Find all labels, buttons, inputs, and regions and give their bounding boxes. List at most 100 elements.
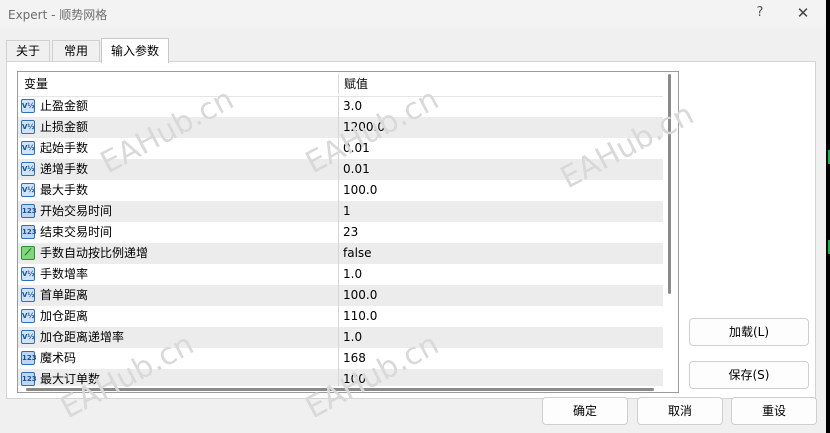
param-name-cell: ⟋ 手数自动按比例递增 [18, 243, 338, 264]
header-value[interactable]: 赋值 [344, 72, 368, 96]
param-value[interactable]: 110.0 [343, 306, 377, 327]
param-value[interactable]: 1.0 [343, 264, 362, 285]
integer-value-icon: 123 [21, 225, 37, 239]
param-value-cell[interactable]: 1.0 [338, 264, 664, 285]
param-value[interactable]: 1 [343, 201, 351, 222]
reset-button[interactable]: 重设 [731, 397, 817, 425]
param-value-cell[interactable]: 23 [338, 222, 664, 243]
header-variable[interactable]: 变量 [24, 72, 48, 96]
double-value-icon: V½ [21, 141, 35, 155]
double-value-icon: V½ [21, 99, 35, 113]
table-row[interactable]: 123 结束交易时间 23 [18, 222, 663, 243]
tab-about[interactable]: 关于 [6, 40, 50, 62]
horizontal-scrollbar[interactable] [18, 386, 663, 392]
grid-rows: V½ 止盈金额 3.0 V½ 止损金额 1200.0 V½ 起始手数 0.01 V½ 递增手数 0.0… [18, 96, 663, 390]
param-name-cell: 123 开始交易时间 [18, 201, 338, 222]
table-row[interactable]: V½ 加仓距离 110.0 [18, 306, 663, 327]
param-value-cell[interactable]: 1 [338, 201, 664, 222]
param-value-cell[interactable]: 3.0 [338, 96, 664, 117]
param-value-cell[interactable]: false [338, 243, 664, 264]
param-name: 最大手数 [40, 183, 89, 197]
param-value-cell[interactable]: 100.0 [338, 180, 664, 201]
param-name-cell: V½ 首单距离 [18, 285, 338, 306]
double-value-icon: V½ [21, 162, 35, 176]
param-value[interactable]: 100.0 [343, 285, 377, 306]
param-value[interactable]: 168 [343, 348, 366, 369]
table-row[interactable]: V½ 止损金额 1200.0 [18, 117, 663, 138]
param-value[interactable]: 23 [343, 222, 358, 243]
vertical-scrollbar[interactable] [663, 72, 678, 392]
param-value[interactable]: 0.01 [343, 138, 370, 159]
vertical-scroll-thumb[interactable] [668, 74, 671, 294]
integer-value-icon: 123 [21, 204, 37, 218]
cancel-button[interactable]: 取消 [637, 397, 723, 425]
param-name-cell: 123 魔术码 [18, 348, 338, 369]
param-name: 开始交易时间 [40, 204, 113, 218]
param-name-cell: V½ 手数增率 [18, 264, 338, 285]
boolean-value-icon: ⟋ [21, 246, 35, 260]
title-bar: Expert - 顺势网格 ? ✕ [0, 0, 830, 28]
window-title: Expert - 顺势网格 [8, 8, 108, 22]
param-name: 加仓距离递增率 [40, 330, 125, 344]
ok-button[interactable]: 确定 [542, 397, 628, 425]
double-value-icon: V½ [21, 183, 35, 197]
param-value-cell[interactable]: 1.0 [338, 327, 664, 348]
param-value[interactable]: 1200.0 [343, 117, 385, 138]
double-value-icon: V½ [21, 120, 35, 134]
param-value[interactable]: 3.0 [343, 96, 362, 117]
table-row[interactable]: V½ 递增手数 0.01 [18, 159, 663, 180]
help-icon[interactable]: ? [748, 2, 772, 24]
load-button[interactable]: 加载(L) [689, 318, 809, 346]
horizontal-scroll-thumb[interactable] [26, 388, 654, 391]
param-value[interactable]: 1.0 [343, 327, 362, 348]
double-value-icon: V½ [21, 267, 35, 281]
tab-common[interactable]: 常用 [52, 40, 100, 62]
table-row[interactable]: V½ 加仓距离递增率 1.0 [18, 327, 663, 348]
save-button[interactable]: 保存(S) [689, 361, 809, 389]
param-name: 递增手数 [40, 162, 89, 176]
table-row[interactable]: V½ 止盈金额 3.0 [18, 96, 663, 117]
integer-value-icon: 123 [21, 372, 37, 386]
param-name: 魔术码 [40, 351, 77, 365]
param-name-cell: V½ 递增手数 [18, 159, 338, 180]
param-name-cell: V½ 加仓距离递增率 [18, 327, 338, 348]
param-name-cell: V½ 止盈金额 [18, 96, 338, 117]
param-value-cell[interactable]: 100.0 [338, 285, 664, 306]
table-row[interactable]: 123 魔术码 168 [18, 348, 663, 369]
param-name: 起始手数 [40, 141, 89, 155]
background-chart-edge [826, 0, 830, 433]
double-value-icon: V½ [21, 288, 35, 302]
param-name-cell: 123 结束交易时间 [18, 222, 338, 243]
param-name-cell: V½ 起始手数 [18, 138, 338, 159]
table-row[interactable]: ⟋ 手数自动按比例递增 false [18, 243, 663, 264]
close-icon[interactable]: ✕ [790, 2, 816, 24]
param-value[interactable]: 100.0 [343, 180, 377, 201]
double-value-icon: V½ [21, 330, 35, 344]
table-row[interactable]: V½ 起始手数 0.01 [18, 138, 663, 159]
param-value[interactable]: false [343, 243, 372, 264]
param-value-cell[interactable]: 168 [338, 348, 664, 369]
param-name: 首单距离 [40, 288, 89, 302]
param-value-cell[interactable]: 110.0 [338, 306, 664, 327]
integer-value-icon: 123 [21, 351, 37, 365]
table-row[interactable]: V½ 最大手数 100.0 [18, 180, 663, 201]
param-value-cell[interactable]: 0.01 [338, 159, 664, 180]
param-value-cell[interactable]: 1200.0 [338, 117, 664, 138]
param-name: 加仓距离 [40, 309, 89, 323]
table-row[interactable]: V½ 手数增率 1.0 [18, 264, 663, 285]
param-name: 手数增率 [40, 267, 89, 281]
param-name: 止盈金额 [40, 99, 89, 113]
param-name: 手数自动按比例递增 [40, 246, 149, 260]
param-name-cell: V½ 加仓距离 [18, 306, 338, 327]
grid-header: 变量 赋值 [18, 72, 663, 97]
inputs-grid: 变量 赋值 V½ 止盈金额 3.0 V½ 止损金额 1200.0 V½ 起始手数 0.01 V½ 递… [17, 71, 679, 393]
header-divider[interactable] [338, 74, 339, 94]
param-name: 止损金额 [40, 120, 89, 134]
param-name-cell: V½ 止损金额 [18, 117, 338, 138]
double-value-icon: V½ [21, 309, 35, 323]
table-row[interactable]: 123 开始交易时间 1 [18, 201, 663, 222]
table-row[interactable]: V½ 首单距离 100.0 [18, 285, 663, 306]
param-value-cell[interactable]: 0.01 [338, 138, 664, 159]
tab-inputs[interactable]: 输入参数 [101, 38, 169, 63]
param-value[interactable]: 0.01 [343, 159, 370, 180]
